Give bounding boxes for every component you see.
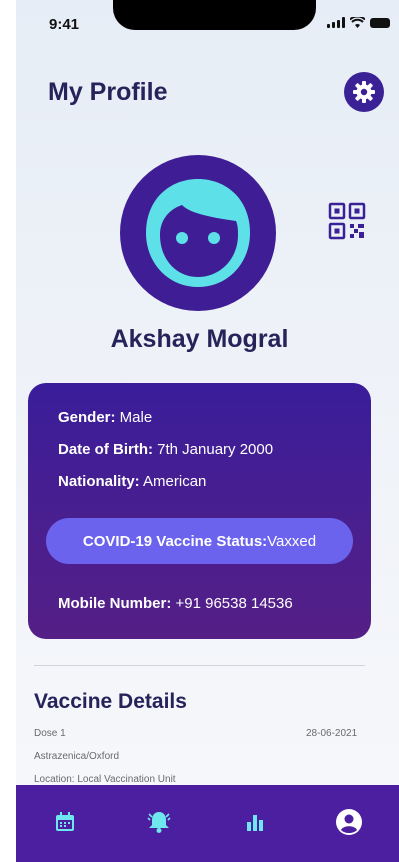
settings-button[interactable] [344, 72, 384, 112]
tab-stats[interactable] [240, 807, 270, 837]
tab-notifications[interactable] [144, 807, 174, 837]
vaccine-details-title: Vaccine Details [34, 690, 187, 713]
nationality-label: Nationality: [58, 473, 140, 490]
vaccine-status-pill[interactable]: COVID-19 Vaccine Status: Vaxxed [46, 518, 353, 564]
user-circle-icon [336, 809, 362, 835]
gear-icon [353, 81, 375, 103]
vaccine-location: Location: Local Vaccination Unit [34, 774, 176, 785]
mobile-value: +91 96538 14536 [171, 595, 293, 612]
vaccine-status-label: COVID-19 Vaccine Status: [82, 532, 268, 550]
tab-profile[interactable] [334, 807, 364, 837]
gender-row: Gender: Male [58, 409, 152, 426]
avatar [120, 155, 276, 311]
bar-chart-icon [247, 815, 263, 831]
status-icons [327, 17, 390, 28]
dob-value: 7th January 2000 [153, 441, 274, 458]
face-icon [146, 179, 250, 287]
profile-info-card: Gender: Male Date of Birth: 7th January … [28, 383, 371, 639]
calendar-icon [56, 812, 74, 831]
qr-code-icon[interactable] [328, 202, 366, 240]
gender-label: Gender: [58, 409, 116, 426]
dose-text: Dose 1 [34, 728, 66, 739]
dob-row: Date of Birth: 7th January 2000 [58, 441, 273, 458]
wifi-icon [350, 17, 365, 28]
page-title: My Profile [48, 78, 168, 106]
vaccine-name: Astrazenica/Oxford [34, 751, 120, 762]
dob-label: Date of Birth: [58, 441, 153, 458]
device-notch [113, 0, 316, 30]
nationality-row: Nationality: American [58, 473, 206, 490]
mobile-label: Mobile Number: [58, 595, 172, 612]
profile-name: Akshay Mogral [110, 325, 289, 353]
nationality-value: American [139, 473, 207, 490]
section-divider [34, 665, 365, 666]
mobile-row: Mobile Number: +91 96538 14536 [58, 595, 293, 612]
status-time: 9:41 [49, 16, 80, 33]
tab-calendar[interactable] [50, 807, 80, 837]
bottom-tab-bar [16, 785, 399, 862]
signal-icon [327, 17, 345, 28]
dose-date: 28-06-2021 [306, 728, 358, 739]
vaccine-status-value: Vaxxed [267, 532, 317, 550]
bell-icon [147, 812, 171, 833]
battery-icon [370, 17, 390, 28]
gender-value: Male [115, 409, 153, 426]
